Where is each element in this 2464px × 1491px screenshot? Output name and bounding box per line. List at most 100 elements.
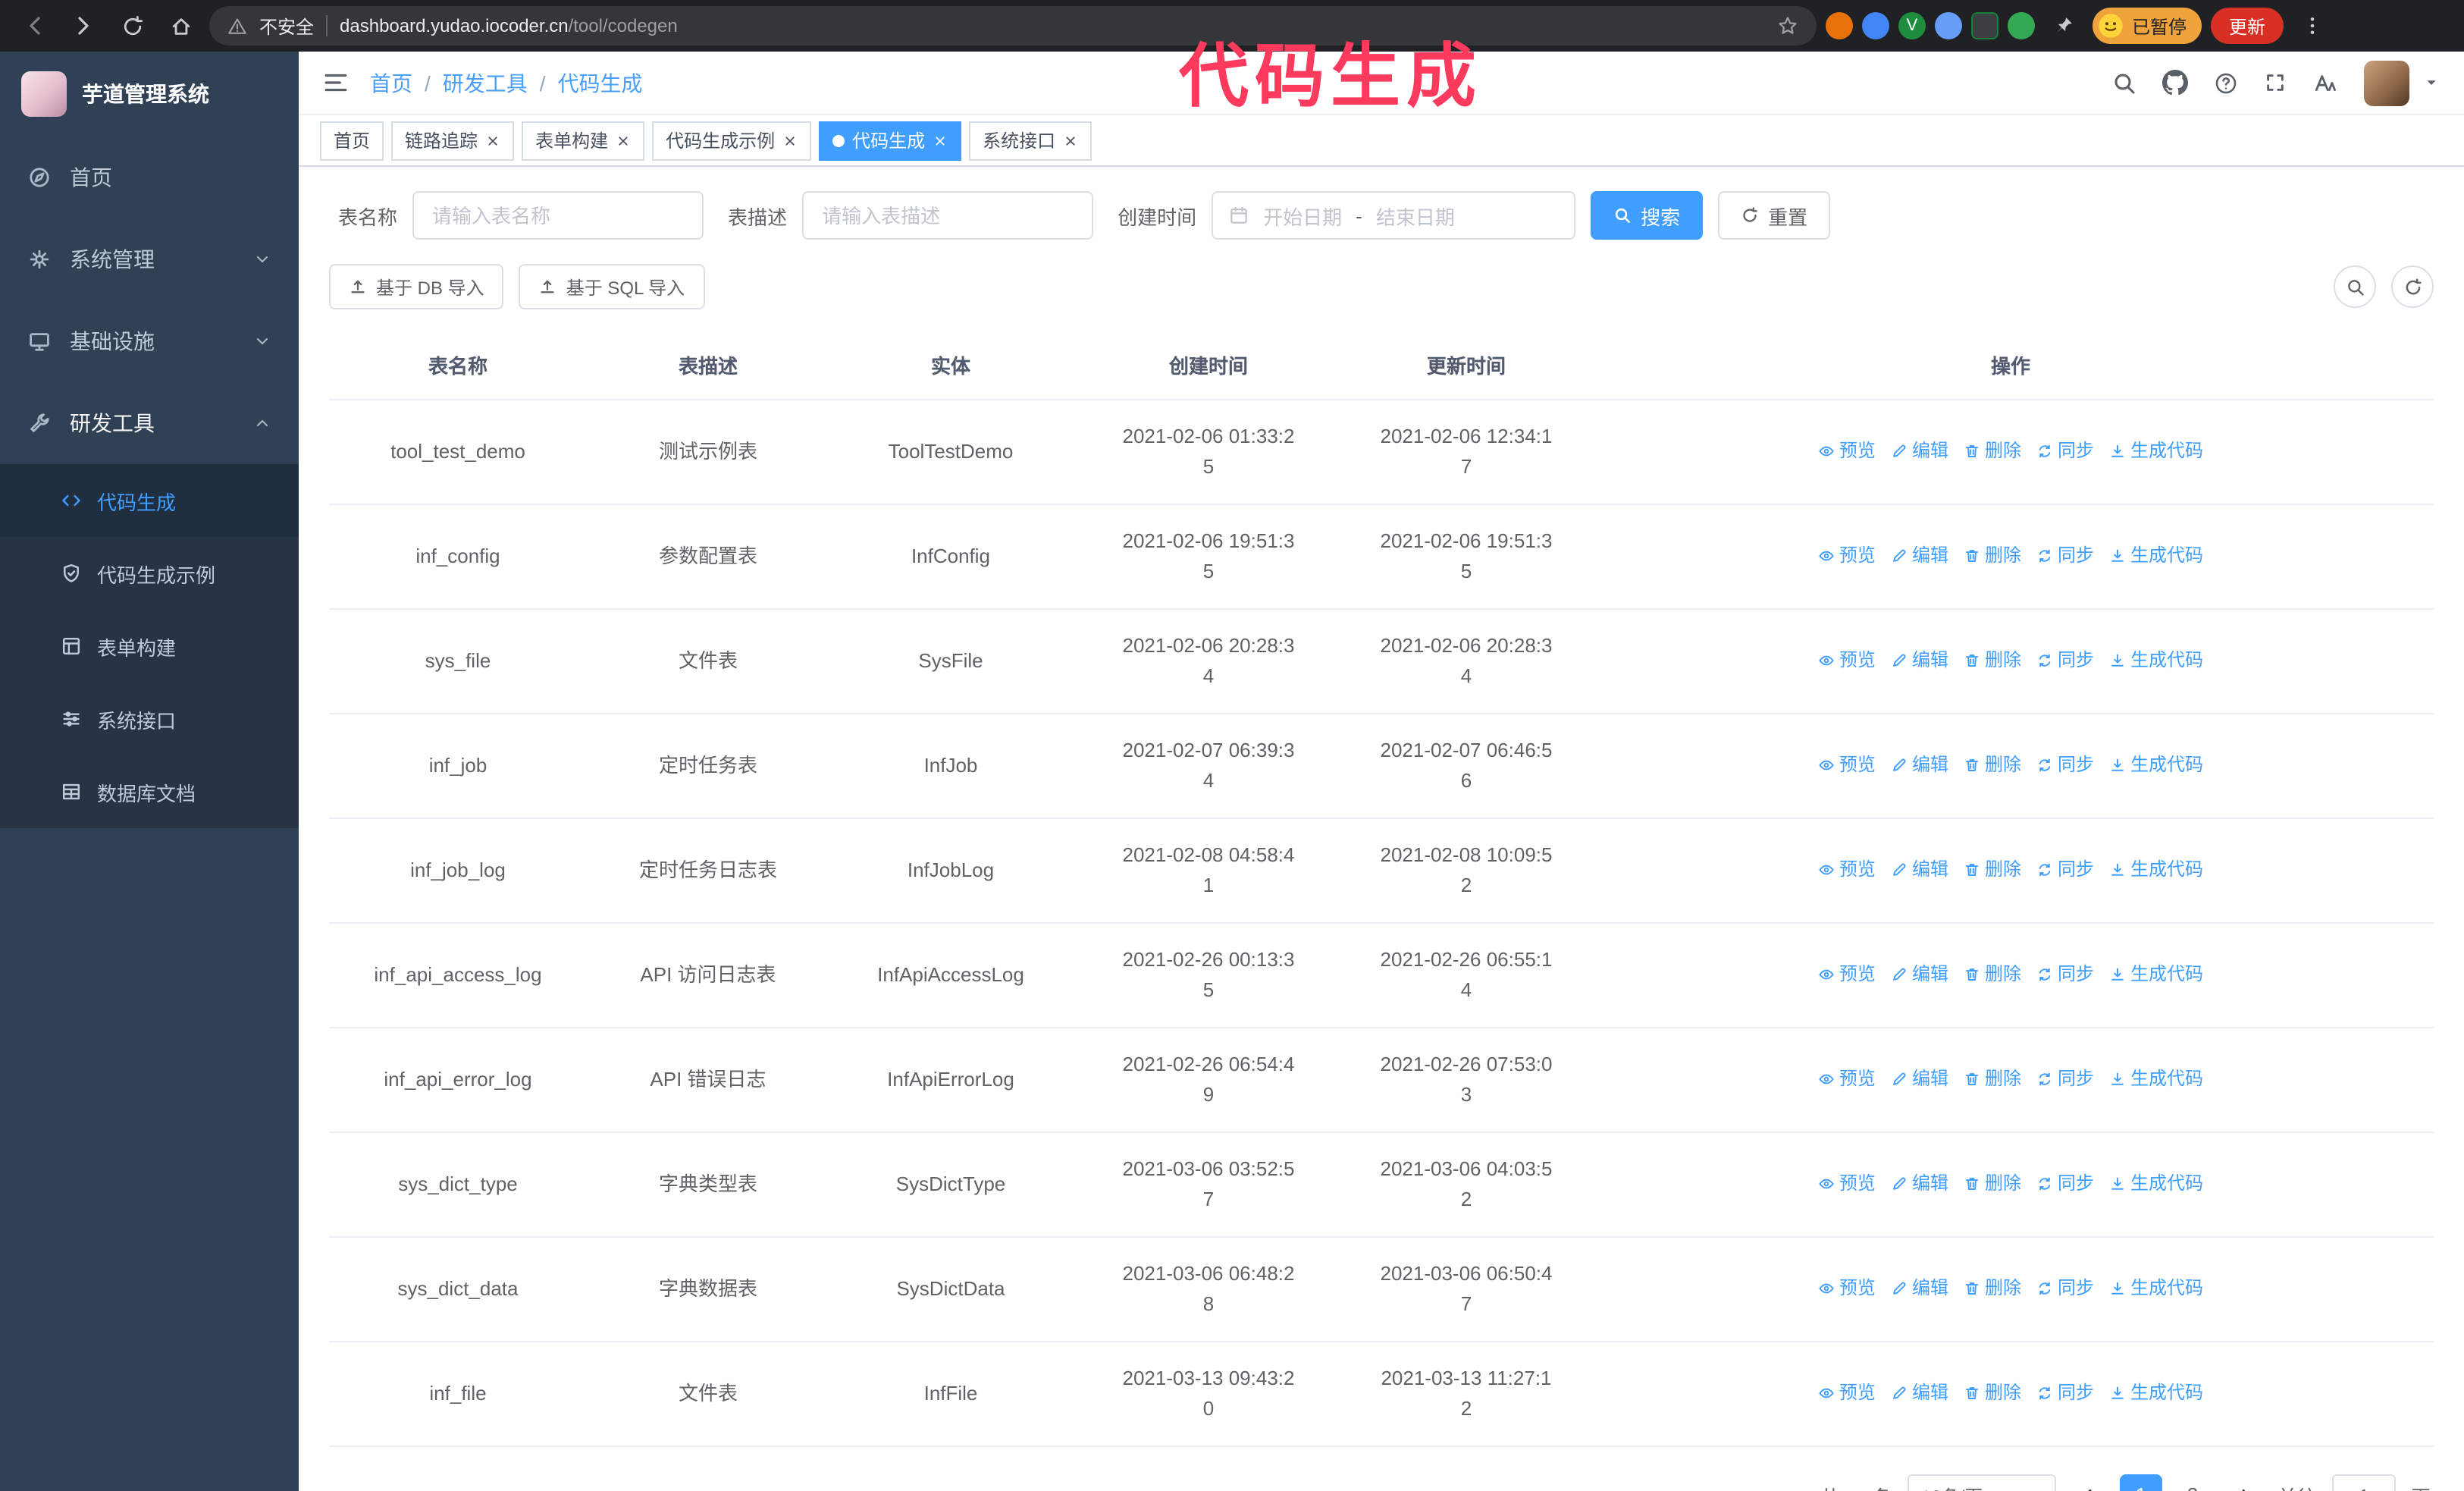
generate-code-link[interactable]: 生成代码 xyxy=(2109,541,2203,571)
page-button-1[interactable]: 1 xyxy=(2119,1474,2162,1491)
preview-link[interactable]: 预览 xyxy=(1818,959,1876,990)
sidebar-subitem-db-doc[interactable]: 数据库文档 xyxy=(0,755,299,828)
home-icon[interactable] xyxy=(161,6,200,46)
back-icon[interactable] xyxy=(15,6,55,46)
tab-codegen[interactable]: 代码生成 xyxy=(819,121,962,160)
generate-code-link[interactable]: 生成代码 xyxy=(2109,1378,2203,1408)
sync-link[interactable]: 同步 xyxy=(2036,750,2094,780)
extension-drop-icon[interactable] xyxy=(1862,12,1889,39)
reload-icon[interactable] xyxy=(112,6,152,46)
security-label[interactable]: 不安全 xyxy=(259,13,314,39)
import-db-button[interactable]: 基于 DB 导入 xyxy=(329,264,504,309)
table-name-input[interactable] xyxy=(412,191,704,240)
delete-link[interactable]: 删除 xyxy=(1964,750,2021,780)
preview-link[interactable]: 预览 xyxy=(1818,645,1876,676)
sidebar-subitem-form-builder[interactable]: 表单构建 xyxy=(0,610,299,683)
delete-link[interactable]: 删除 xyxy=(1964,645,2021,676)
generate-code-link[interactable]: 生成代码 xyxy=(2109,855,2203,885)
sidebar-item-home[interactable]: 首页 xyxy=(0,137,299,218)
kebab-menu-icon[interactable] xyxy=(2293,6,2332,46)
profile-paused-badge[interactable]: 已暂停 xyxy=(2093,8,2202,44)
close-icon[interactable] xyxy=(1063,133,1078,148)
edit-link[interactable]: 编辑 xyxy=(1891,1273,1948,1304)
github-icon[interactable] xyxy=(2162,70,2188,96)
pin-icon[interactable] xyxy=(2044,6,2083,46)
breadcrumb-item[interactable]: 代码生成 xyxy=(558,67,643,98)
tab-tracing[interactable]: 链路追踪 xyxy=(391,121,515,160)
toggle-search-button[interactable] xyxy=(2334,265,2376,308)
goto-page-input[interactable] xyxy=(2331,1474,2396,1491)
update-button[interactable]: 更新 xyxy=(2211,8,2284,44)
hamburger-icon[interactable] xyxy=(323,70,349,96)
bookmark-star-icon[interactable] xyxy=(1777,15,1798,36)
edit-link[interactable]: 编辑 xyxy=(1891,855,1948,885)
sync-link[interactable]: 同步 xyxy=(2036,645,2094,676)
generate-code-link[interactable]: 生成代码 xyxy=(2109,1064,2203,1094)
sync-link[interactable]: 同步 xyxy=(2036,855,2094,885)
delete-link[interactable]: 删除 xyxy=(1964,1064,2021,1094)
delete-link[interactable]: 删除 xyxy=(1964,959,2021,990)
page-button-2[interactable]: 2 xyxy=(2171,1474,2214,1491)
close-icon[interactable] xyxy=(782,133,798,148)
extension-fox-icon[interactable] xyxy=(1826,12,1853,39)
close-icon[interactable] xyxy=(485,133,500,148)
address-bar[interactable]: 不安全 dashboard.yudao.iocoder.cn/tool/code… xyxy=(209,6,1817,46)
sidebar-subitem-codegen-example[interactable]: 代码生成示例 xyxy=(0,537,299,610)
help-icon[interactable] xyxy=(2214,71,2238,95)
forward-icon[interactable] xyxy=(64,6,103,46)
user-avatar[interactable] xyxy=(2364,60,2409,105)
preview-link[interactable]: 预览 xyxy=(1818,1169,1876,1199)
preview-link[interactable]: 预览 xyxy=(1818,541,1876,571)
edit-link[interactable]: 编辑 xyxy=(1891,436,1948,466)
edit-link[interactable]: 编辑 xyxy=(1891,1064,1948,1094)
sidebar-item-system[interactable]: 系统管理 xyxy=(0,218,299,300)
breadcrumb-item[interactable]: 首页 xyxy=(370,67,412,98)
next-page-button[interactable] xyxy=(2229,1474,2262,1491)
generate-code-link[interactable]: 生成代码 xyxy=(2109,959,2203,990)
sync-link[interactable]: 同步 xyxy=(2036,1064,2094,1094)
tab-system-api[interactable]: 系统接口 xyxy=(969,121,1092,160)
delete-link[interactable]: 删除 xyxy=(1964,541,2021,571)
url-text[interactable]: dashboard.yudao.iocoder.cn/tool/codegen xyxy=(340,15,678,36)
sync-link[interactable]: 同步 xyxy=(2036,1273,2094,1304)
breadcrumb-item[interactable]: 研发工具 xyxy=(443,67,528,98)
edit-link[interactable]: 编辑 xyxy=(1891,1378,1948,1408)
preview-link[interactable]: 预览 xyxy=(1818,750,1876,780)
prev-page-button[interactable] xyxy=(2071,1474,2105,1491)
reset-button[interactable]: 重置 xyxy=(1718,191,1831,240)
sidebar-item-infra[interactable]: 基础设施 xyxy=(0,300,299,382)
edit-link[interactable]: 编辑 xyxy=(1891,750,1948,780)
sidebar-subitem-system-api[interactable]: 系统接口 xyxy=(0,683,299,755)
generate-code-link[interactable]: 生成代码 xyxy=(2109,1273,2203,1304)
edit-link[interactable]: 编辑 xyxy=(1891,959,1948,990)
extension-users-icon[interactable] xyxy=(1935,12,1962,39)
generate-code-link[interactable]: 生成代码 xyxy=(2109,645,2203,676)
delete-link[interactable]: 删除 xyxy=(1964,855,2021,885)
preview-link[interactable]: 预览 xyxy=(1818,436,1876,466)
tab-codegen-example[interactable]: 代码生成示例 xyxy=(652,121,812,160)
generate-code-link[interactable]: 生成代码 xyxy=(2109,436,2203,466)
extension-check-icon[interactable]: V xyxy=(1898,12,1926,39)
delete-link[interactable]: 删除 xyxy=(1964,1378,2021,1408)
delete-link[interactable]: 删除 xyxy=(1964,1169,2021,1199)
caret-down-icon[interactable] xyxy=(2423,74,2440,91)
tab-home[interactable]: 首页 xyxy=(320,121,384,160)
sync-link[interactable]: 同步 xyxy=(2036,1169,2094,1199)
extension-translate-icon[interactable] xyxy=(1971,12,1998,39)
sync-link[interactable]: 同步 xyxy=(2036,959,2094,990)
font-size-icon[interactable] xyxy=(2312,70,2338,96)
sync-link[interactable]: 同步 xyxy=(2036,1378,2094,1408)
sidebar-item-dev-tools[interactable]: 研发工具 xyxy=(0,382,299,464)
date-range-picker[interactable]: 开始日期 - 结束日期 xyxy=(1212,191,1576,240)
preview-link[interactable]: 预览 xyxy=(1818,855,1876,885)
close-icon[interactable] xyxy=(616,133,631,148)
logo-row[interactable]: 芋道管理系统 xyxy=(0,52,299,137)
edit-link[interactable]: 编辑 xyxy=(1891,541,1948,571)
close-icon[interactable] xyxy=(933,133,948,148)
sync-link[interactable]: 同步 xyxy=(2036,436,2094,466)
sync-link[interactable]: 同步 xyxy=(2036,541,2094,571)
sidebar-subitem-codegen[interactable]: 代码生成 xyxy=(0,464,299,537)
preview-link[interactable]: 预览 xyxy=(1818,1064,1876,1094)
edit-link[interactable]: 编辑 xyxy=(1891,645,1948,676)
preview-link[interactable]: 预览 xyxy=(1818,1378,1876,1408)
